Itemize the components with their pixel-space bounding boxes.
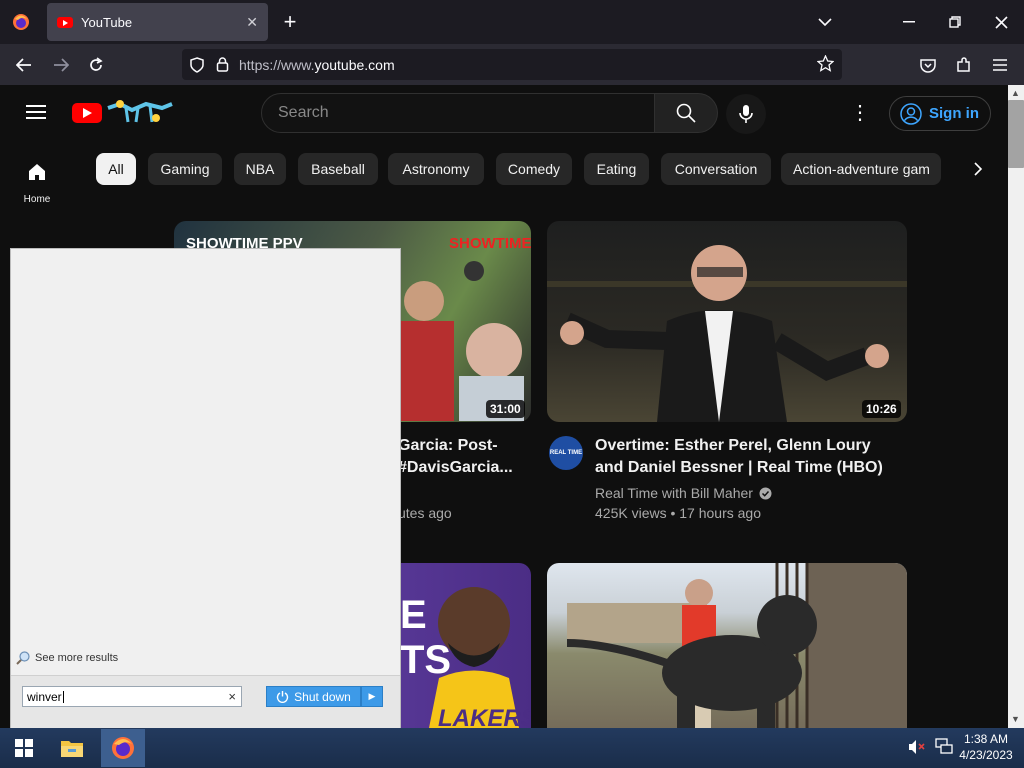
url-bar[interactable]: https://www.youtube.com [182, 49, 842, 80]
sidebar-item-label: Home [23, 194, 51, 205]
shut-down-button[interactable]: Shut down [266, 686, 361, 707]
video-title[interactable]: Garcia: Post- #DavisGarcia... [398, 435, 528, 479]
list-all-tabs-icon[interactable] [802, 0, 848, 44]
volume-muted-icon[interactable] [908, 739, 926, 760]
url-text[interactable]: https://www.youtube.com [239, 57, 395, 73]
start-search-value: winver [27, 689, 62, 704]
scrollbar-thumb[interactable] [1008, 100, 1024, 168]
search-input[interactable]: Search [261, 93, 655, 133]
back-arrow-icon[interactable] [9, 50, 39, 80]
start-button[interactable] [8, 732, 40, 764]
chip-astronomy[interactable]: Astronomy [388, 153, 484, 185]
shut-down-options-arrow-icon[interactable]: ▶ [361, 686, 383, 707]
home-icon [26, 162, 48, 186]
video-title-line: Garcia: Post- [398, 437, 498, 454]
dog-image [566, 563, 907, 728]
new-tab-button[interactable]: + [276, 8, 304, 36]
forward-arrow-icon[interactable] [46, 50, 76, 80]
system-clock[interactable]: 1:38 AM 4/23/2023 [948, 731, 1024, 763]
chip-action-adventure[interactable]: Action-adventure gam [781, 153, 941, 185]
bill-maher-image [547, 245, 907, 422]
video-title-line: Overtime: Esther Perel, Glenn Loury [595, 437, 871, 454]
search-icon [676, 103, 696, 123]
tab-close-button[interactable]: ✕ [246, 14, 258, 31]
sign-in-button[interactable]: Sign in [889, 96, 991, 131]
file-explorer-taskbar-button[interactable] [50, 729, 94, 767]
video-title-line: and Daniel Bessner | Real Time (HBO) [595, 459, 883, 476]
channel-avatar[interactable]: REAL TIME [549, 436, 583, 470]
youtube-doodle-logo[interactable] [106, 98, 174, 126]
account-icon [900, 102, 922, 125]
folder-icon [60, 738, 84, 758]
chip-baseball[interactable]: Baseball [298, 153, 378, 185]
lock-icon[interactable] [216, 57, 229, 72]
extensions-icon[interactable] [949, 50, 979, 80]
verified-check-icon [759, 487, 772, 500]
text-cursor [62, 690, 64, 703]
chip-conversation[interactable]: Conversation [661, 153, 771, 185]
scroll-down-arrow-icon[interactable]: ▼ [1011, 714, 1020, 724]
firefox-icon [111, 736, 135, 760]
clock-time: 1:38 AM [963, 732, 1009, 746]
video-meta: utes ago [398, 505, 452, 521]
tab-title: YouTube [81, 14, 133, 30]
chevron-right-icon[interactable] [962, 153, 994, 185]
reload-icon[interactable] [81, 50, 111, 80]
start-search-input[interactable]: winver × [22, 686, 242, 707]
jersey-text: LAKERS [438, 705, 531, 728]
chip-nba[interactable]: NBA [234, 153, 286, 185]
voice-search-button[interactable] [726, 94, 766, 134]
firefox-icon[interactable] [0, 0, 42, 44]
minimize-button[interactable] [886, 0, 932, 44]
tab-youtube[interactable]: YouTube ✕ [47, 3, 268, 41]
shut-down-label: Shut down [294, 689, 351, 704]
power-icon [276, 690, 289, 703]
search-button[interactable] [654, 93, 718, 133]
magnifier-icon [16, 651, 30, 665]
see-more-results-link[interactable]: See more results [16, 651, 118, 665]
chip-gaming[interactable]: Gaming [148, 153, 222, 185]
video-title[interactable]: Overtime: Esther Perel, Glenn Loury and … [595, 435, 895, 479]
app-menu-icon[interactable] [985, 50, 1015, 80]
chip-comedy[interactable]: Comedy [496, 153, 572, 185]
video-duration: 31:00 [486, 400, 525, 418]
channel-name[interactable]: Real Time with Bill Maher [595, 483, 753, 503]
clear-search-icon[interactable]: × [228, 689, 236, 704]
video-title-line: #DavisGarcia... [398, 459, 513, 476]
guide-menu-icon[interactable] [26, 101, 46, 123]
thumbnail-big-letters: E TS [400, 593, 452, 682]
firefox-taskbar-button[interactable] [101, 729, 145, 767]
bookmark-star-icon[interactable] [817, 55, 834, 72]
video-thumbnail[interactable]: 10:26 [547, 221, 907, 422]
scroll-up-arrow-icon[interactable]: ▲ [1011, 88, 1020, 98]
chip-eating[interactable]: Eating [584, 153, 649, 185]
clock-date: 4/23/2023 [959, 748, 1013, 762]
close-window-button[interactable] [978, 0, 1024, 44]
youtube-logo-icon[interactable] [72, 103, 102, 123]
video-meta: 425K views • 17 hours ago [595, 505, 762, 521]
restore-button[interactable] [932, 0, 978, 44]
channel-name-row[interactable]: Real Time with Bill Maher [595, 483, 772, 503]
pocket-icon[interactable] [913, 50, 943, 80]
video-thumbnail[interactable] [547, 563, 907, 728]
microphone-icon [738, 104, 754, 124]
chip-all[interactable]: All [96, 153, 136, 185]
tracking-protection-shield-icon[interactable] [190, 56, 204, 73]
page-scrollbar[interactable] [1008, 85, 1024, 728]
windows-logo-icon [15, 739, 33, 757]
youtube-favicon-icon [57, 16, 73, 28]
more-options-icon[interactable]: ⋮ [848, 100, 872, 126]
sign-in-label: Sign in [929, 105, 979, 122]
sidebar-item-home[interactable]: Home [14, 160, 60, 208]
showtime-logo: SHOWTIME [449, 235, 531, 252]
see-more-results-label: See more results [35, 652, 119, 664]
taskbar [0, 728, 1024, 768]
video-duration: 10:26 [862, 400, 901, 418]
